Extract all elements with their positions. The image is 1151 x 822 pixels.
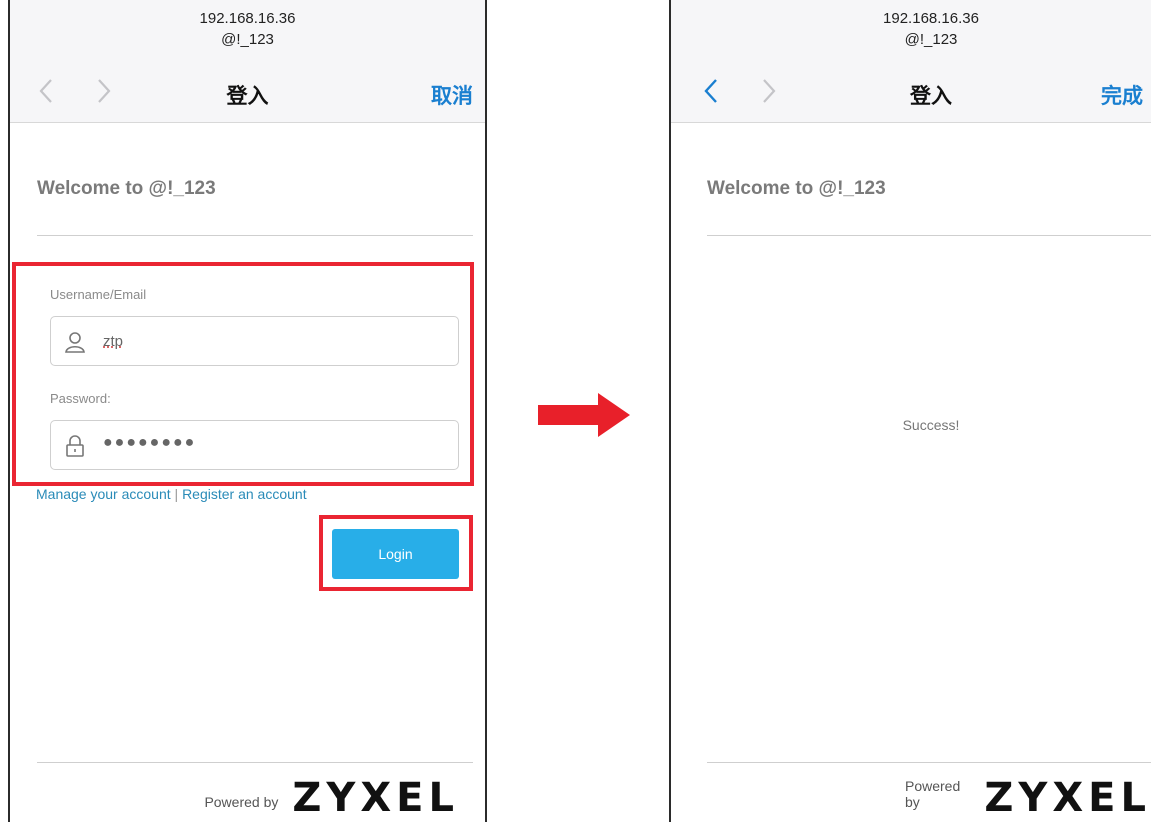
link-separator: | [174,486,179,502]
url-ssid: @!_123 [904,31,958,48]
welcome-heading: Welcome to @!_123 [37,178,216,199]
url-ssid: @!_123 [221,31,274,48]
credentials-highlight [12,262,474,486]
nav-bar: 登入 取消 [10,72,485,112]
zyxel-logo: ZYXEL [984,775,1151,821]
powered-by: Powered by ZYXEL [905,778,1151,818]
register-account-link[interactable]: Register an account [182,486,307,502]
manage-account-link[interactable]: Manage your account [36,486,171,502]
welcome-heading: Welcome to @!_123 [707,178,886,199]
footer-divider [37,762,473,763]
browser-header: 192.168.16.36 @!_123 登入 取消 [10,0,485,123]
nav-bar: 登入 完成 [671,72,1151,112]
login-screen: 192.168.16.36 @!_123 登入 取消 Welcome to @!… [8,0,487,822]
powered-by-text: Powered by [204,794,279,810]
powered-by: Powered by ZYXEL [204,778,459,818]
url-ip: 192.168.16.36 [199,10,296,27]
browser-header: 192.168.16.36 @!_123 登入 完成 [671,0,1151,123]
success-message: Success! [902,417,960,433]
footer-divider [707,762,1151,763]
account-links: Manage your account | Register an accoun… [36,486,307,502]
arrow-right-icon [538,393,630,437]
cancel-button[interactable]: 取消 [431,80,473,110]
powered-by-text: Powered by [905,778,961,810]
nav-title: 登入 [226,85,269,108]
zyxel-logo: ZYXEL [292,775,459,821]
nav-title: 登入 [910,85,952,108]
divider [707,235,1151,236]
done-button[interactable]: 完成 [1101,80,1143,110]
divider [37,235,473,236]
success-screen: 192.168.16.36 @!_123 登入 完成 Welcome to @!… [669,0,1151,822]
login-highlight [319,515,473,591]
url-ip: 192.168.16.36 [883,10,979,27]
